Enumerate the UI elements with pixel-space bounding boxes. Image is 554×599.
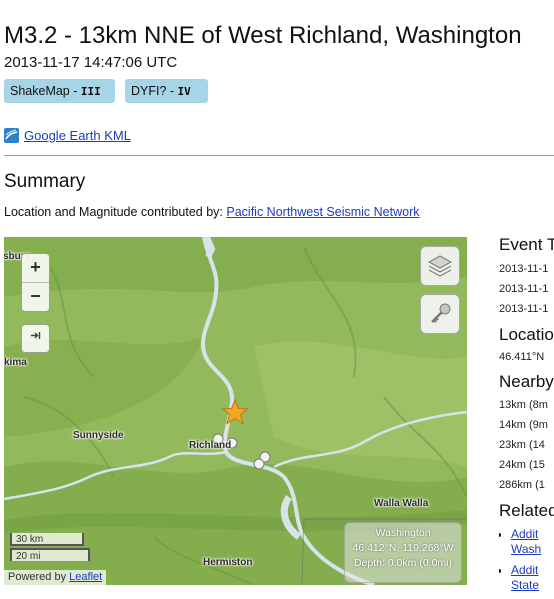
key-icon [431, 303, 451, 323]
google-earth-icon[interactable] [4, 128, 19, 143]
shakemap-intensity: III [80, 85, 101, 98]
scale-imperial: 20 mi [10, 548, 90, 562]
page-title: M3.2 - 13km NNE of West Richland, Washin… [4, 22, 522, 49]
kml-link-row: Google Earth KML [4, 128, 131, 143]
kml-link[interactable]: Google Earth KML [24, 128, 131, 143]
related-list: AdditWash AdditState [499, 527, 554, 593]
related-link[interactable]: Addit Wash [511, 527, 541, 556]
shakemap-badge[interactable]: ShakeMap - III [4, 79, 115, 103]
event-time-row: 2013-11-1 [499, 283, 549, 295]
shakemap-label: ShakeMap - [10, 84, 81, 98]
info-depth: Depth: 0.0km (0.0mi) [353, 557, 453, 569]
attribution-text: Powered by [8, 571, 70, 583]
related-heading: Related [499, 501, 554, 520]
event-time-heading: Event T [499, 235, 554, 254]
dyfi-badge[interactable]: DYFI? - IV [125, 79, 208, 103]
place-label: Sunnyside [73, 430, 124, 441]
zoom-out-button[interactable]: − [22, 282, 49, 311]
location-value: 46.411°N [499, 351, 545, 363]
nearby-heading: Nearby [499, 372, 554, 391]
map-attribution: Powered by Leaflet [4, 570, 107, 585]
event-time-row: 2013-11-1 [499, 263, 549, 275]
fullscreen-icon [31, 332, 41, 339]
layers-button[interactable] [420, 246, 460, 286]
place-label: Walla Walla [374, 498, 429, 509]
nearby-row: 14km (9m [499, 419, 548, 431]
event-details-sidebar: Event T 2013-11-1 2013-11-1 2013-11-1 Lo… [499, 235, 554, 599]
place-label: kima [4, 357, 27, 368]
dyfi-intensity: IV [177, 85, 191, 98]
nearby-row: 24km (15 [499, 459, 545, 471]
zoom-control: + − [21, 253, 50, 312]
related-link[interactable]: Addit State [511, 563, 539, 592]
divider [4, 155, 554, 156]
related-link-line: Addit [511, 563, 539, 577]
layers-icon [427, 255, 453, 277]
contributor-text: Location and Magnitude contributed by: [4, 205, 227, 219]
scale-metric: 30 km [10, 533, 84, 546]
map-location-info: Washington 46.412°N, 119.268°W Depth: 0.… [344, 522, 462, 583]
fullscreen-button[interactable] [21, 324, 50, 353]
info-region: Washington [375, 527, 431, 539]
info-coordinates: 46.412°N, 119.268°W [352, 542, 454, 554]
leaflet-link[interactable]: Leaflet [69, 571, 102, 583]
nearby-city-marker [253, 458, 265, 470]
place-label: Hermiston [203, 557, 253, 568]
event-time-row: 2013-11-1 [499, 303, 549, 315]
nearby-row: 13km (8m [499, 399, 548, 411]
related-link-line: State [511, 578, 540, 592]
dyfi-label: DYFI? - [131, 84, 178, 98]
related-link-line: Addit [511, 527, 539, 541]
location-heading: Locatio [499, 325, 554, 344]
event-time: 2013-11-17 14:47:06 UTC [4, 54, 178, 71]
nearby-row: 23km (14 [499, 439, 545, 451]
event-map[interactable]: sburg kima Sunnyside Richland Walla Wall… [4, 237, 467, 585]
nearby-row: 286km (1 [499, 479, 545, 491]
related-item: AdditWash [511, 527, 554, 557]
map-scale: 30 km 20 mi [10, 533, 90, 562]
related-item: AdditState [511, 563, 554, 593]
related-link-line: Wash [511, 542, 542, 556]
zoom-in-button[interactable]: + [22, 254, 49, 282]
place-label: Richland [189, 440, 232, 451]
contributor-line: Location and Magnitude contributed by: P… [4, 205, 420, 219]
summary-heading: Summary [4, 171, 86, 192]
legend-button[interactable] [420, 294, 460, 334]
contributor-link[interactable]: Pacific Northwest Seismic Network [226, 205, 419, 219]
